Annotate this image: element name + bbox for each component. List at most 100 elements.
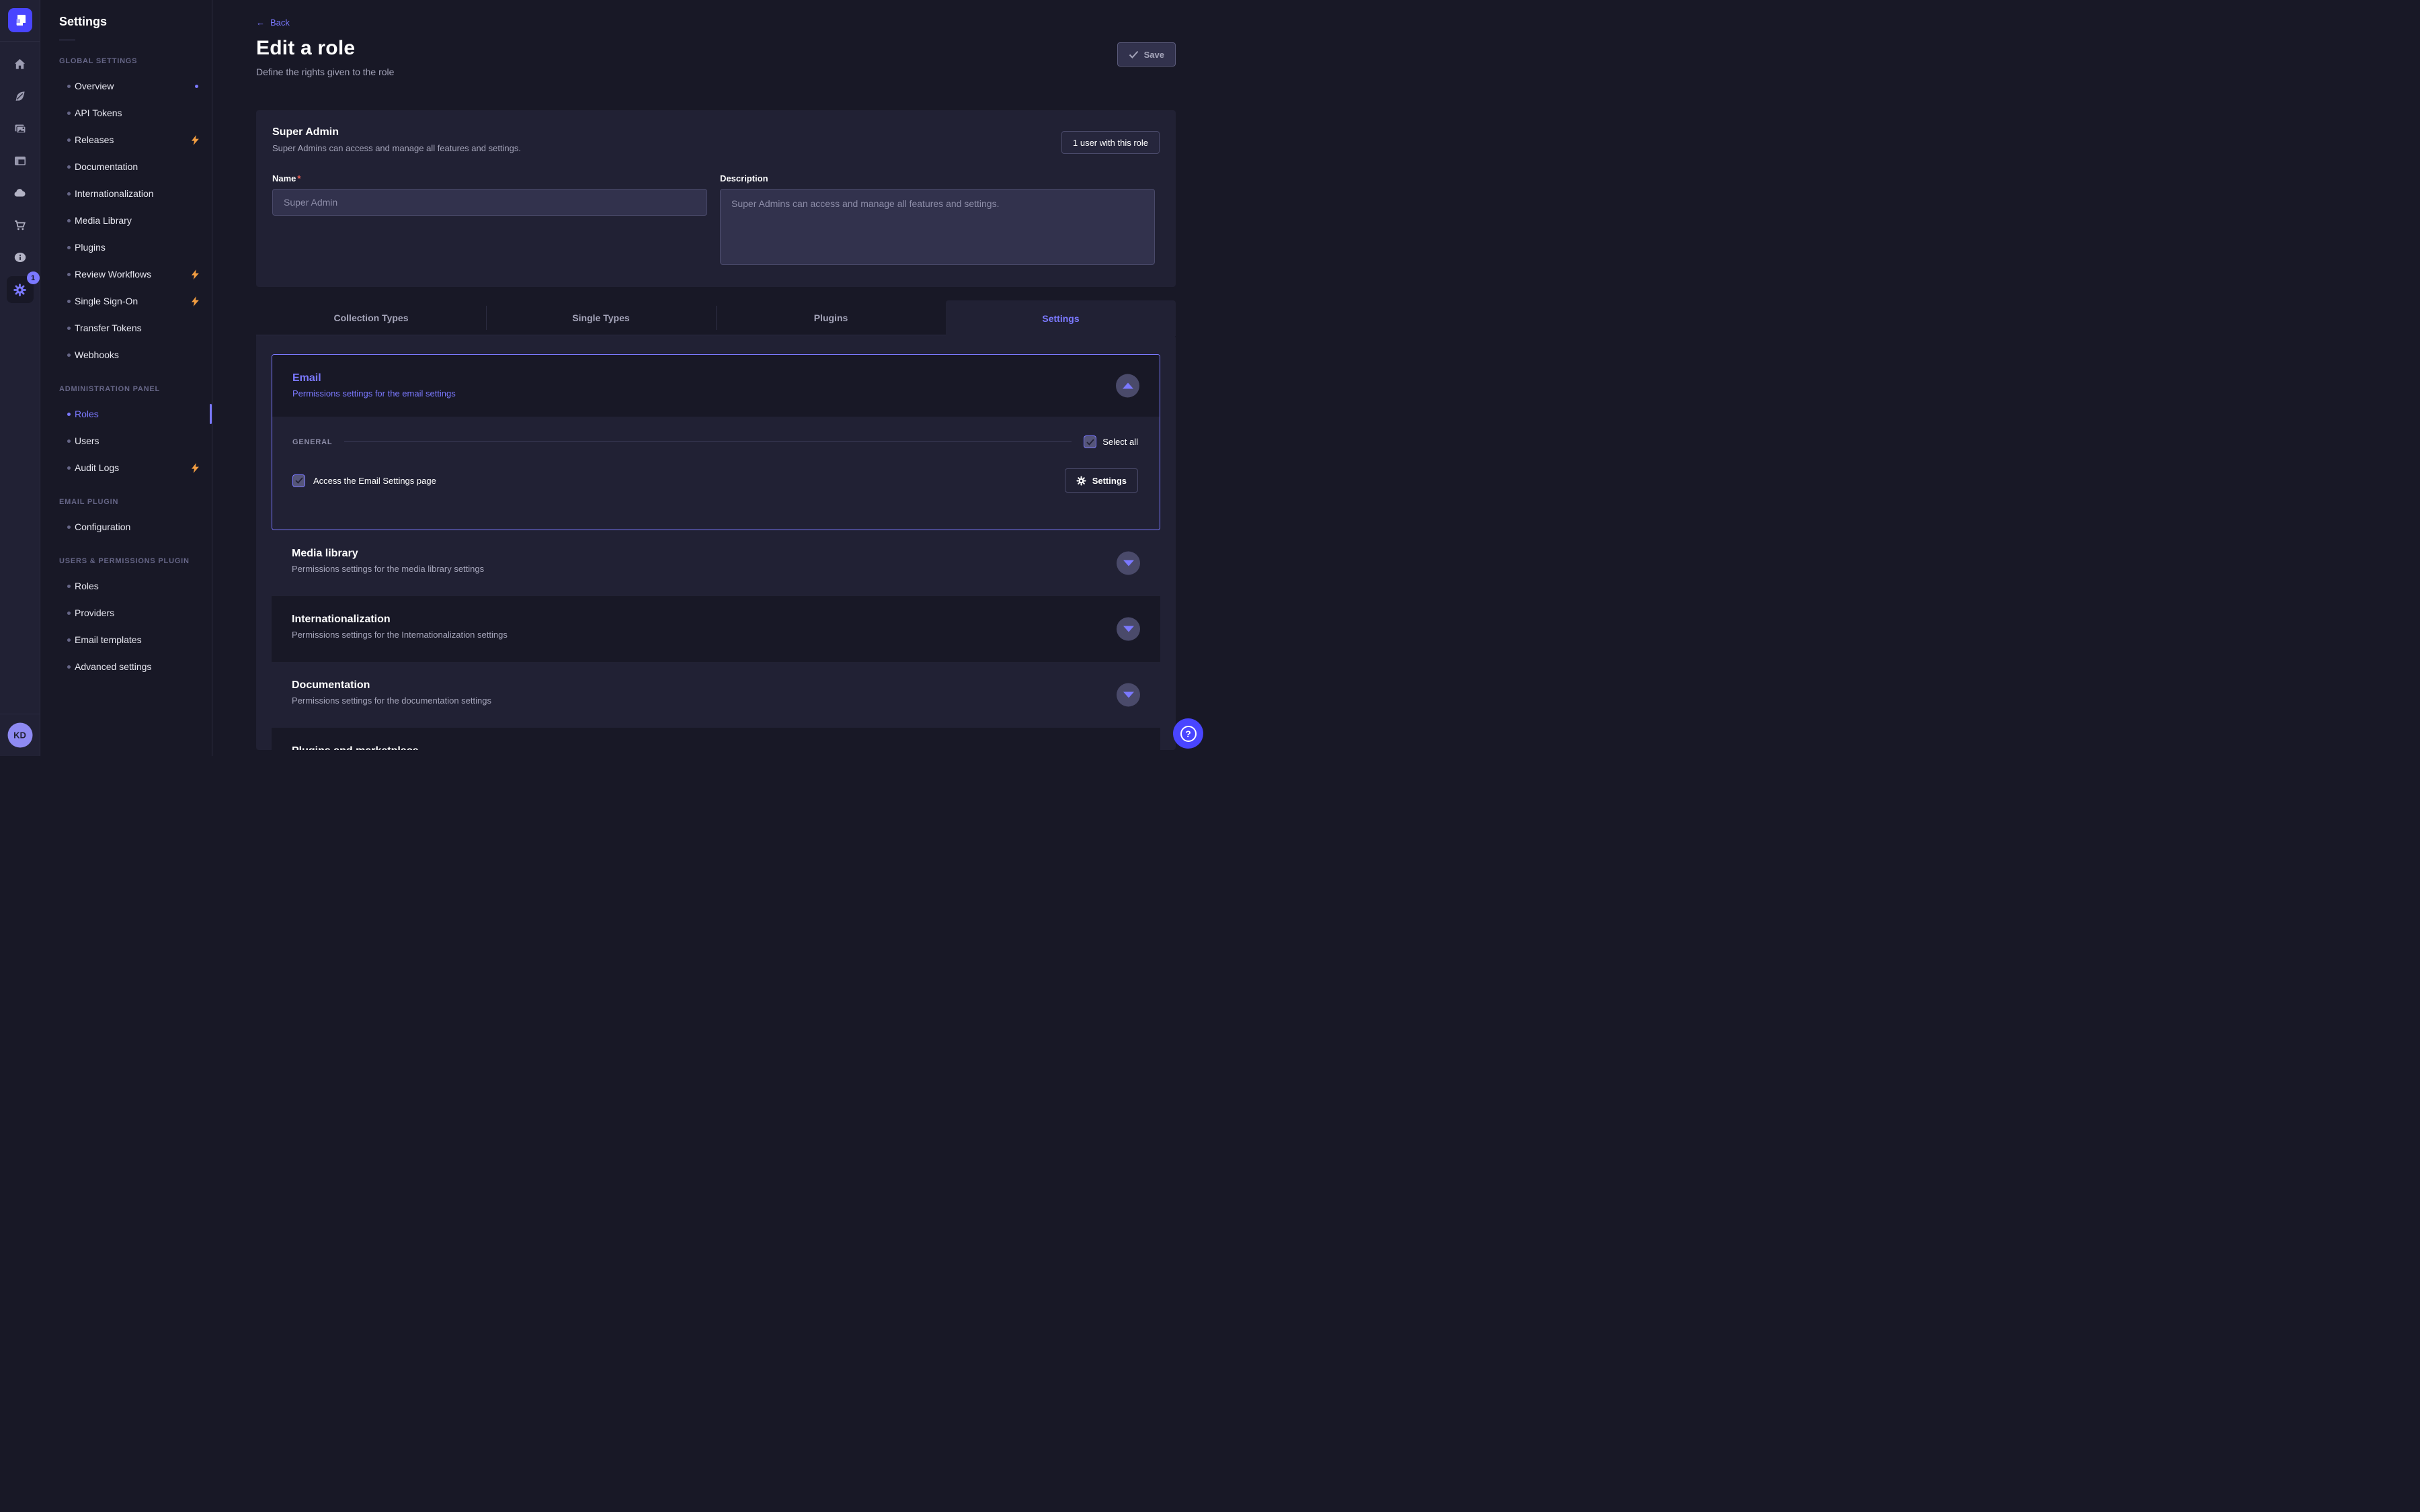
chevron-down-icon — [1123, 560, 1134, 566]
tab-plugins[interactable]: Plugins — [716, 300, 946, 335]
tab-collection-types[interactable]: Collection Types — [256, 300, 486, 335]
sidebar-item-users[interactable]: Users — [40, 427, 212, 454]
bullet-icon — [67, 638, 71, 642]
documentation-accordion[interactable]: Documentation Permissions settings for t… — [272, 662, 1160, 728]
accordion-title: Plugins and marketplace — [292, 745, 1160, 750]
tab-settings[interactable]: Settings — [946, 300, 1176, 336]
sidebar-item-label: Transfer Tokens — [75, 323, 201, 333]
nav-content-type-builder-button[interactable] — [7, 147, 34, 174]
media-images-icon — [13, 122, 27, 135]
rail-divider — [0, 41, 40, 42]
back-label: Back — [270, 17, 290, 28]
accordion-subtitle: Permissions settings for the media libra… — [292, 564, 1160, 574]
description-textarea[interactable]: Super Admins can access and manage all f… — [720, 189, 1155, 265]
role-name-heading: Super Admin — [272, 126, 1160, 138]
accordion-title: Media library — [292, 548, 1160, 560]
expand-button[interactable] — [1117, 618, 1140, 641]
bullet-icon — [67, 612, 71, 615]
sidebar-item-transfer-tokens[interactable]: Transfer Tokens — [40, 314, 212, 341]
name-field-group: Name* — [272, 173, 707, 268]
bullet-icon — [67, 219, 71, 222]
save-label: Save — [1144, 50, 1164, 60]
collapse-button[interactable] — [1116, 374, 1139, 398]
description-field-group: Description Super Admins can access and … — [720, 173, 1155, 268]
email-subtitle: Permissions settings for the email setti… — [292, 388, 1160, 398]
nav-marketplace-button[interactable] — [7, 212, 34, 239]
sidebar-item-label: Internationalization — [75, 188, 201, 199]
sidebar-item-review-workflows[interactable]: Review Workflows — [40, 261, 212, 288]
settings-subnav: Settings GLOBAL SETTINGS Overview API To… — [40, 0, 212, 756]
expand-button[interactable] — [1117, 552, 1140, 575]
sidebar-item-up-roles[interactable]: Roles — [40, 573, 212, 599]
email-accordion-header[interactable]: Email Permissions settings for the email… — [272, 355, 1160, 417]
email-settings-button[interactable]: Settings — [1065, 468, 1138, 493]
nav-info-button[interactable] — [7, 244, 34, 271]
lightning-icon — [191, 135, 200, 145]
sidebar-item-documentation[interactable]: Documentation — [40, 153, 212, 180]
nav-home-button[interactable] — [7, 50, 34, 77]
sidebar-item-label: Single Sign-On — [75, 296, 191, 306]
bullet-icon — [67, 273, 71, 276]
sidebar-item-email-templates[interactable]: Email templates — [40, 626, 212, 653]
section-email-plugin: EMAIL PLUGIN — [40, 491, 212, 513]
bullet-icon — [67, 327, 71, 330]
user-avatar[interactable]: KD — [7, 723, 32, 748]
internationalization-accordion[interactable]: Internationalization Permissions setting… — [272, 596, 1160, 662]
nav-media-library-button[interactable] — [7, 115, 34, 142]
section-global-settings: GLOBAL SETTINGS — [40, 50, 212, 73]
lightning-icon — [191, 296, 200, 306]
save-button[interactable]: Save — [1117, 42, 1176, 67]
sidebar-item-overview[interactable]: Overview — [40, 73, 212, 99]
sidebar-item-advanced-settings[interactable]: Advanced settings — [40, 653, 212, 680]
settings-permissions-panel: Email Permissions settings for the email… — [256, 335, 1176, 750]
sidebar-item-label: Webhooks — [75, 349, 201, 360]
subnav-title: Settings — [40, 15, 212, 29]
strapi-logo[interactable] — [8, 8, 32, 32]
sidebar-item-providers[interactable]: Providers — [40, 599, 212, 626]
info-icon — [13, 251, 28, 263]
sidebar-item-audit-logs[interactable]: Audit Logs — [40, 454, 212, 481]
select-all-label: Select all — [1102, 437, 1138, 447]
nav-content-manager-button[interactable] — [7, 83, 34, 110]
tab-single-types[interactable]: Single Types — [486, 300, 716, 335]
name-input[interactable] — [272, 189, 707, 216]
settings-gear-icon — [13, 283, 27, 297]
back-link[interactable]: ← Back — [256, 17, 290, 28]
sidebar-item-media-library[interactable]: Media Library — [40, 207, 212, 234]
sidebar-item-label: Providers — [75, 607, 201, 618]
select-all-checkbox[interactable] — [1084, 435, 1096, 448]
sidebar-item-webhooks[interactable]: Webhooks — [40, 341, 212, 368]
main-content: ← Back Edit a role Define the rights giv… — [212, 0, 1210, 756]
sidebar-item-internationalization[interactable]: Internationalization — [40, 180, 212, 207]
accordion-subtitle: Permissions settings for the documentati… — [292, 696, 1160, 706]
users-with-role-button[interactable]: 1 user with this role — [1061, 131, 1160, 154]
bullet-icon — [67, 246, 71, 249]
email-settings-permission[interactable]: Access the Email Settings page — [292, 474, 436, 487]
permission-label: Access the Email Settings page — [313, 476, 436, 486]
sidebar-item-roles[interactable]: Roles — [40, 401, 212, 427]
home-icon — [13, 58, 26, 71]
sidebar-item-plugins[interactable]: Plugins — [40, 234, 212, 261]
sidebar-item-releases[interactable]: Releases — [40, 126, 212, 153]
nav-deploy-button[interactable] — [7, 179, 34, 206]
bullet-icon — [67, 413, 71, 416]
check-icon — [295, 477, 303, 484]
general-section-label: GENERAL — [292, 438, 332, 446]
sidebar-item-api-tokens[interactable]: API Tokens — [40, 99, 212, 126]
email-accordion: Email Permissions settings for the email… — [272, 354, 1160, 530]
app-window: 1 KD Settings GLOBAL SETTINGS Overview A… — [0, 0, 1210, 756]
permission-checkbox[interactable] — [292, 474, 305, 487]
active-item-indicator — [210, 404, 212, 424]
sidebar-item-single-sign-on[interactable]: Single Sign-On — [40, 288, 212, 314]
media-library-accordion[interactable]: Media library Permissions settings for t… — [272, 530, 1160, 596]
expand-button[interactable] — [1117, 683, 1140, 707]
nav-settings-button[interactable]: 1 — [7, 276, 34, 303]
sidebar-item-label: Roles — [75, 409, 201, 419]
email-settings-button-label: Settings — [1092, 476, 1127, 486]
help-button[interactable]: ? — [1173, 718, 1203, 749]
sidebar-item-configuration[interactable]: Configuration — [40, 513, 212, 540]
chevron-down-icon — [1123, 626, 1134, 632]
sidebar-item-label: Documentation — [75, 161, 201, 172]
plugins-marketplace-accordion[interactable]: Plugins and marketplace — [272, 728, 1160, 750]
select-all-control[interactable]: Select all — [1084, 435, 1138, 448]
